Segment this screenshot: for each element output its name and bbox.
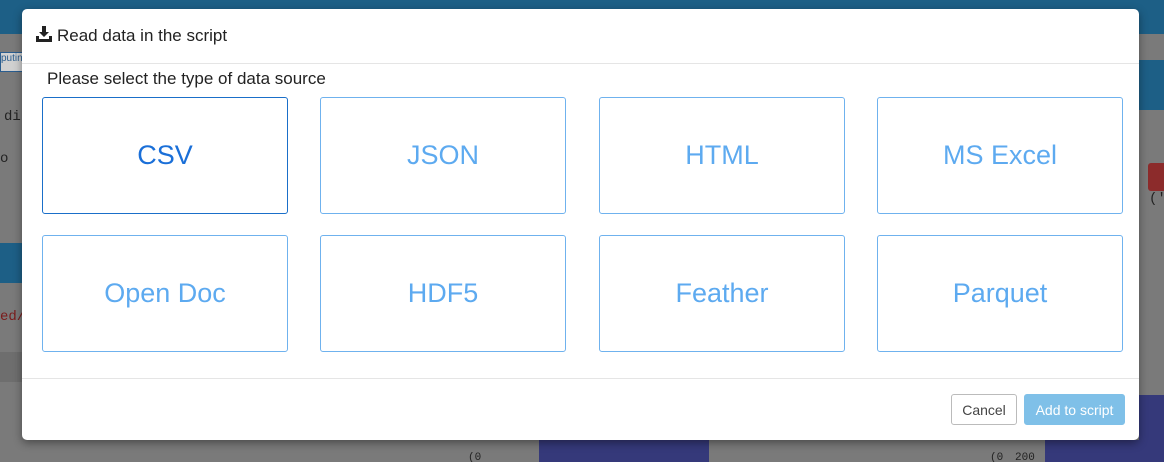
source-option-parquet[interactable]: Parquet: [877, 235, 1123, 352]
cancel-button[interactable]: Cancel: [951, 394, 1017, 425]
source-prompt: Please select the type of data source: [47, 69, 326, 88]
background-code-line: o: [0, 151, 9, 167]
dialog-header: Read data in the script: [22, 9, 1139, 64]
background-axis-label: (0: [990, 452, 1004, 462]
dialog-footer: Cancel Add to script: [22, 378, 1139, 441]
background-panel-right: [1139, 60, 1164, 110]
background-tab: putin: [0, 52, 24, 72]
source-option-feather[interactable]: Feather: [599, 235, 845, 352]
read-data-dialog: Read data in the script Please select th…: [22, 9, 1139, 440]
source-option-ms-excel[interactable]: MS Excel: [877, 97, 1123, 214]
source-option-html[interactable]: HTML: [599, 97, 845, 214]
source-option-hdf5[interactable]: HDF5: [320, 235, 566, 352]
download-icon: [36, 26, 52, 42]
background-panel-lower-left: [0, 352, 22, 382]
background-panel-left: [0, 243, 22, 283]
background-histogram-bar: [1139, 395, 1164, 462]
dialog-title: Read data in the script: [57, 26, 228, 45]
source-option-csv[interactable]: CSV: [42, 97, 288, 214]
source-option-json[interactable]: JSON: [320, 97, 566, 214]
background-paren-fragment: (': [1149, 191, 1164, 207]
background-axis-label: 200: [1015, 452, 1035, 462]
background-delete-button: [1148, 163, 1164, 191]
background-histogram-bar: [1045, 440, 1140, 462]
add-to-script-button[interactable]: Add to script: [1024, 394, 1125, 425]
source-option-open-doc[interactable]: Open Doc: [42, 235, 288, 352]
background-code-line: di: [4, 109, 21, 125]
background-axis-label: (0: [468, 452, 482, 462]
background-histogram-bar: [539, 440, 709, 462]
